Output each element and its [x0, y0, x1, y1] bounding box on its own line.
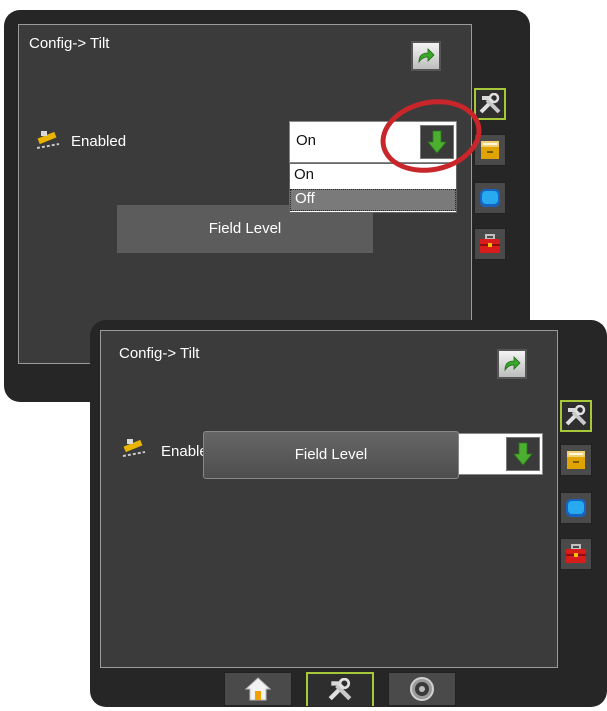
forward-button[interactable]	[497, 349, 527, 379]
field-level-label: Field Level	[294, 446, 368, 463]
side-tab-data[interactable]	[560, 444, 592, 476]
bottom-tab-tools[interactable]	[306, 672, 374, 706]
side-tab-toolbox[interactable]	[474, 228, 506, 260]
toolbox-icon	[566, 544, 586, 563]
side-tab-console[interactable]	[560, 492, 592, 524]
side-tab-tools[interactable]	[560, 400, 592, 432]
page-title: Config-> Tilt	[119, 345, 200, 362]
home-icon	[244, 677, 272, 701]
forward-button[interactable]	[411, 41, 441, 71]
side-tab-tools[interactable]	[474, 88, 506, 120]
main-panel: Config-> Tilt Enabled On Field Level On …	[18, 24, 472, 364]
select-value: On	[296, 132, 317, 149]
tilt-implement-icon	[36, 131, 60, 149]
main-panel: Config-> Tilt Enabled On Field Level	[100, 330, 558, 668]
dropdown-button[interactable]	[506, 437, 540, 471]
tools-icon	[328, 678, 352, 701]
data-icon	[481, 141, 499, 159]
enabled-label: Enabled	[71, 133, 127, 150]
config-tilt-screen: Config-> Tilt Enabled On Field Level	[90, 320, 607, 707]
toolbox-icon	[480, 234, 500, 253]
forward-arrow-icon	[418, 48, 435, 64]
side-tab-toolbox[interactable]	[560, 538, 592, 570]
option-label: On	[294, 166, 315, 183]
page-title: Config-> Tilt	[29, 35, 110, 52]
dropdown-option-off[interactable]: Off	[290, 189, 456, 211]
option-label: Off	[295, 190, 315, 207]
forward-arrow-icon	[504, 356, 521, 372]
tools-icon	[479, 93, 501, 114]
console-icon	[480, 189, 500, 207]
field-level-label: Field Level	[208, 220, 282, 237]
gps-icon	[410, 677, 434, 701]
field-level-button[interactable]: Field Level	[203, 431, 459, 479]
green-down-arrow-icon	[513, 442, 533, 466]
tilt-implement-icon	[122, 439, 146, 457]
bottom-tab-gps[interactable]	[388, 672, 456, 706]
bottom-tab-home[interactable]	[224, 672, 292, 706]
tools-icon	[565, 405, 587, 426]
data-icon	[567, 451, 585, 469]
side-tab-console[interactable]	[474, 182, 506, 214]
console-icon	[566, 499, 586, 517]
